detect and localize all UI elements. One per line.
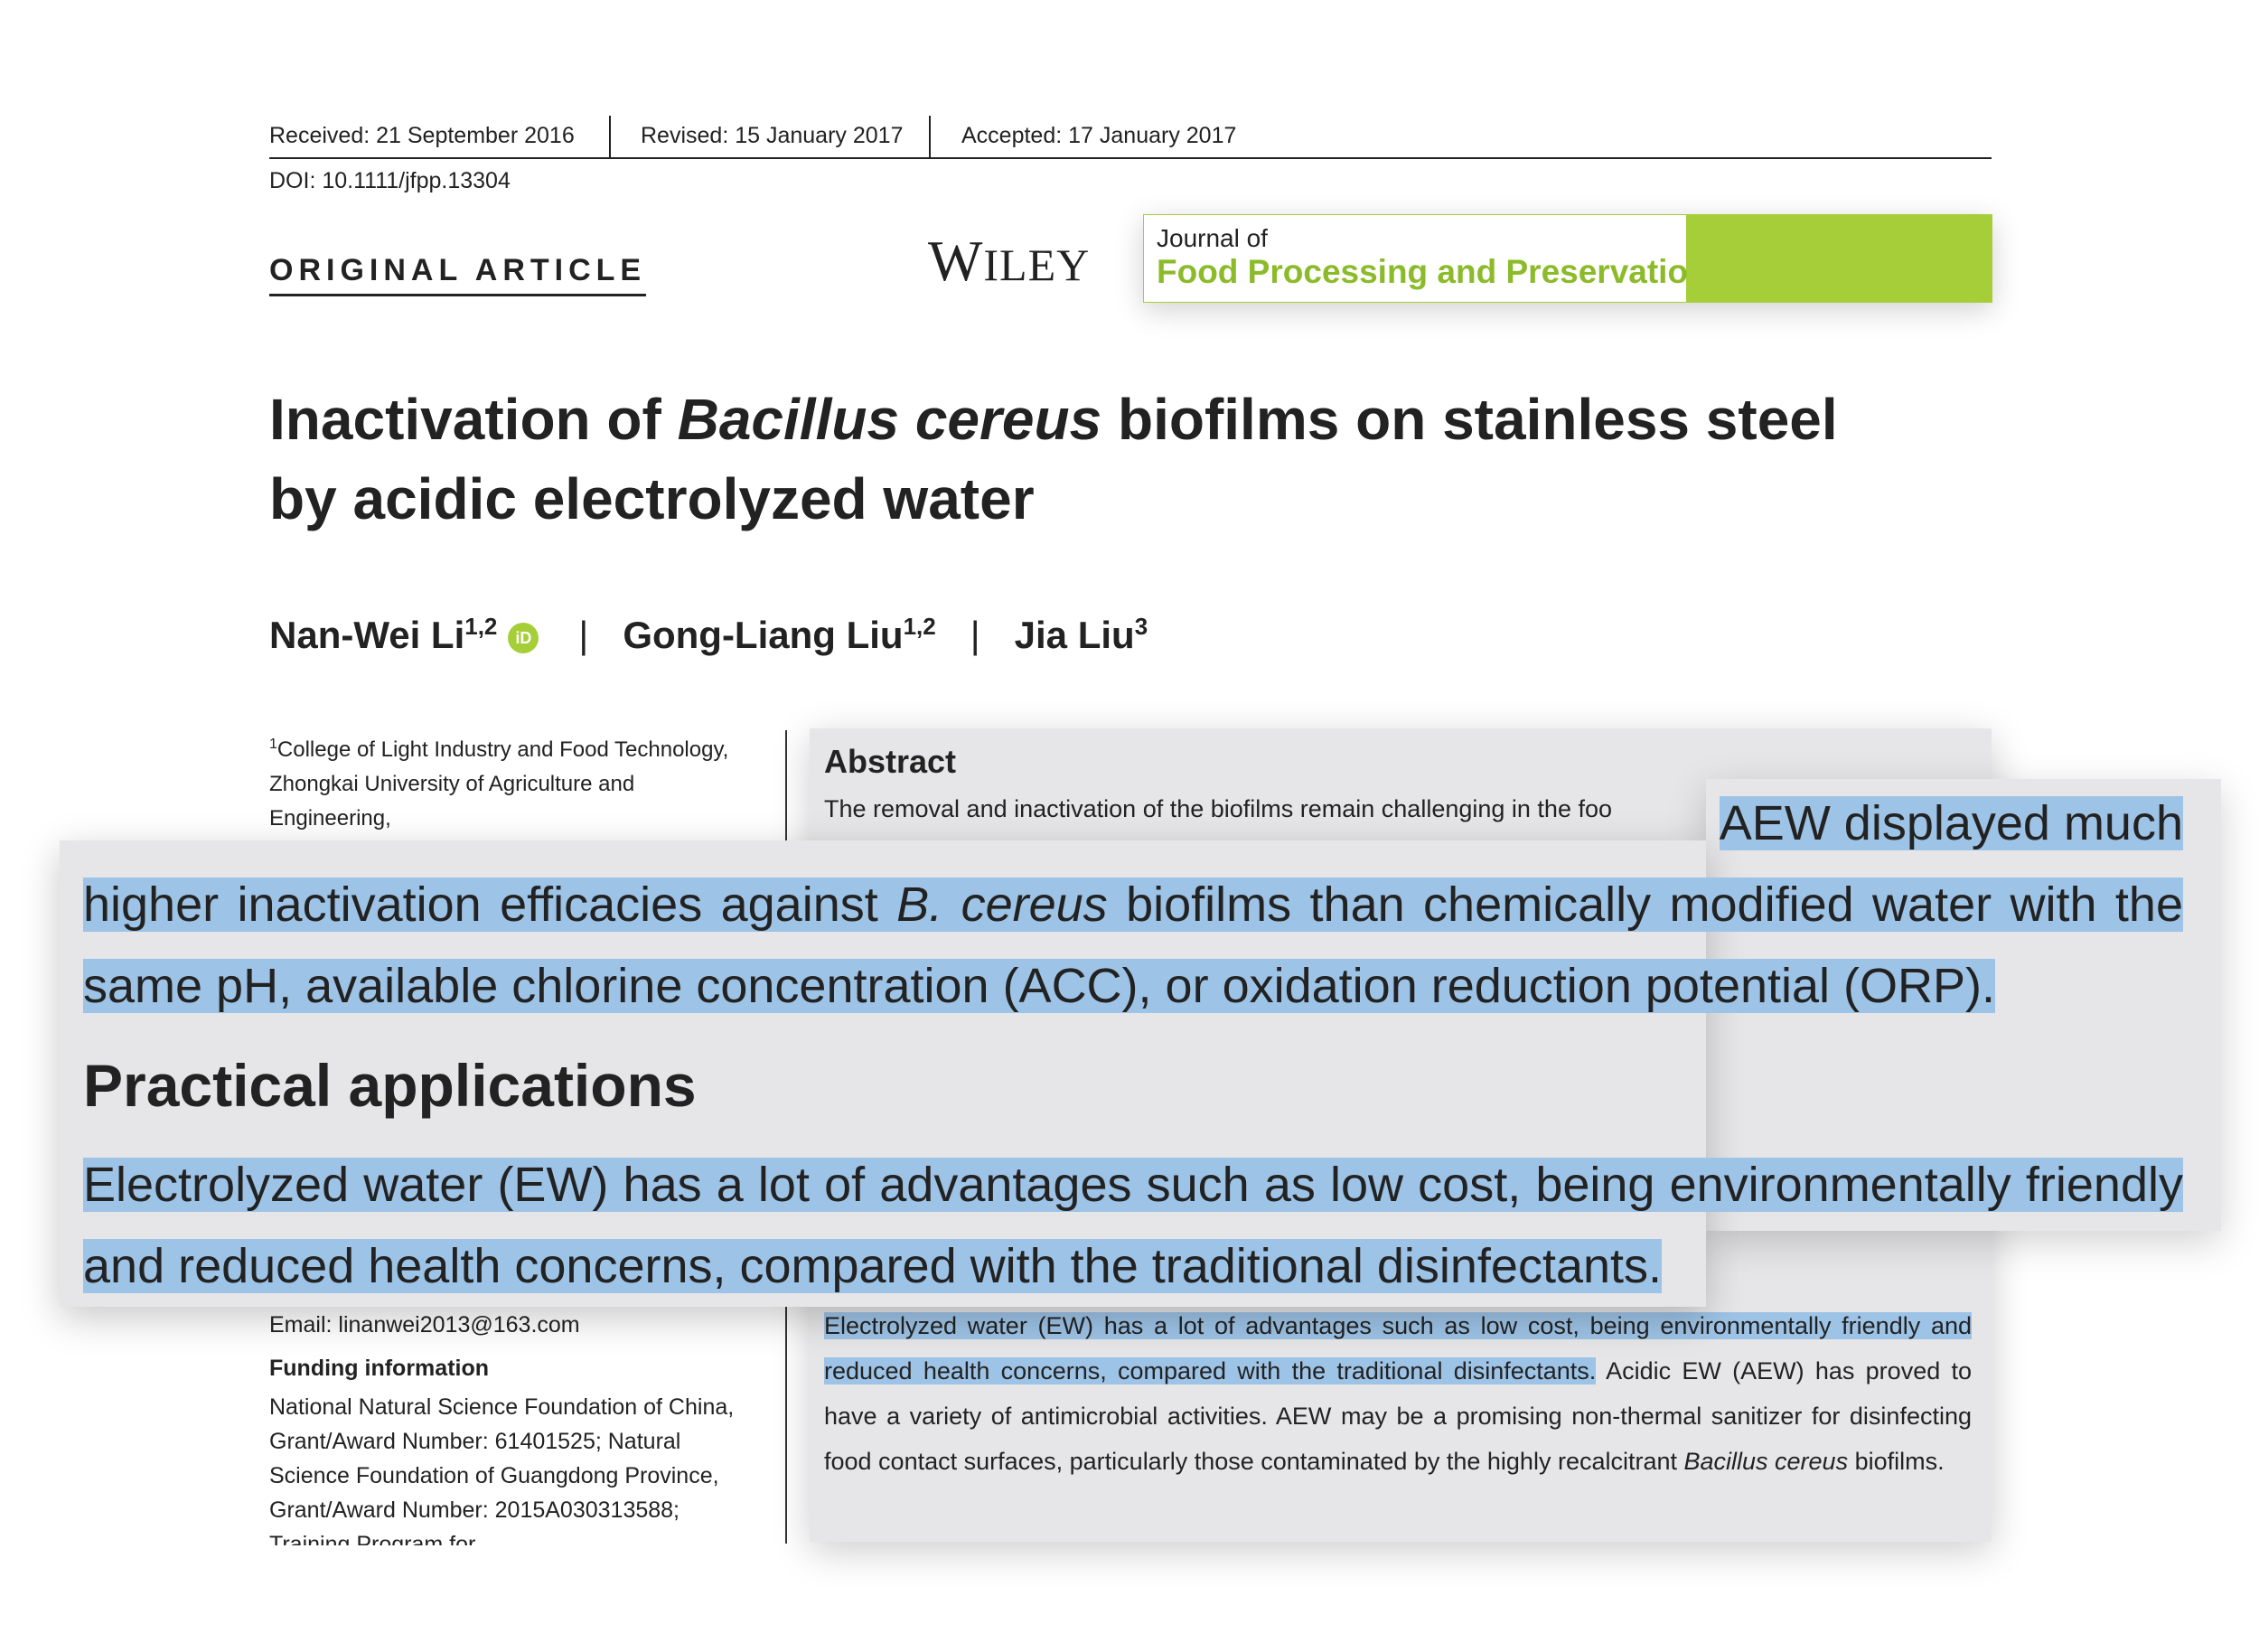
selected-text-italic[interactable]: B. cereus [896,878,1108,932]
selected-text[interactable]: AEW displayed much [1719,796,2183,850]
article-type: ORIGINAL ARTICLE [269,253,647,296]
funding-heading: Funding information [269,1356,490,1381]
title-part: Inactivation of [269,387,678,452]
orcid-icon[interactable]: iD [508,622,539,653]
title-italic: Bacillus cereus [677,387,1102,452]
publisher-rest: ILEY [983,239,1091,290]
accepted-date: Accepted: 17 January 2017 [961,123,1237,148]
practical-applications-heading: Practical applications [83,1052,697,1119]
zoom-practical: Electrolyzed water (EW) has a lot of adv… [83,1144,2183,1307]
abstract-text: biofilms. [1848,1448,1945,1475]
author-name[interactable]: Jia Liu [1015,614,1135,656]
author-list: Nan-Wei Li1,2 iD | Gong-Liang Liu1,2 | Jia Li… [269,613,1148,657]
publisher-initial: W [928,229,984,293]
journal-banner-green [1687,214,1992,303]
author-name[interactable]: Gong-Liang Liu [623,614,903,656]
correspondence-email[interactable]: Email: linanwei2013@163.com [269,1312,580,1338]
journal-banner: Journal of Food Processing and Preservat… [1143,214,1992,303]
received-date: Received: 21 September 2016 [269,123,575,148]
zoom-first-line: AEW displayed much [83,783,2183,864]
journal-banner-white: Journal of Food Processing and Preservat… [1143,214,1709,303]
author-name[interactable]: Nan-Wei Li [269,614,464,656]
journal-name: Food Processing and Preservation [1157,253,1709,290]
selected-text[interactable]: higher inactivation efficacies against [83,878,897,932]
doi[interactable]: DOI: 10.1111/jfpp.13304 [269,168,511,194]
author-affiliation: 1,2 [464,613,498,640]
journal-line1: Journal of [1157,224,1268,252]
funding-text: National Natural Science Foundation of C… [269,1394,735,1545]
author-affiliation: 3 [1134,613,1148,640]
affiliation-number: 1 [269,737,277,752]
author-affiliation: 1,2 [903,613,936,640]
publisher-logo: WILEY [928,228,1090,295]
revised-date: Revised: 15 January 2017 [641,123,904,148]
zoomed-abstract[interactable]: AEW displayed much higher inactivation e… [83,783,2183,1307]
zoom-paragraph: higher inactivation efficacies against B… [83,864,2183,1027]
divider [609,116,611,157]
abstract-heading: Abstract [824,743,957,780]
species-name: Bacillus cereus [1683,1448,1849,1475]
divider [929,116,931,157]
article-title: Inactivation of Bacillus cereus biofilms… [269,380,1896,539]
practical-applications-text[interactable]: Electrolyzed water (EW) has a lot of adv… [824,1303,1972,1484]
author-separator: | [578,614,589,656]
author-separator: | [970,614,980,656]
dates-row: Received: 21 September 2016 Revised: 15 … [269,116,1992,159]
selected-text[interactable]: Electrolyzed water (EW) has a lot of adv… [83,1158,2183,1293]
